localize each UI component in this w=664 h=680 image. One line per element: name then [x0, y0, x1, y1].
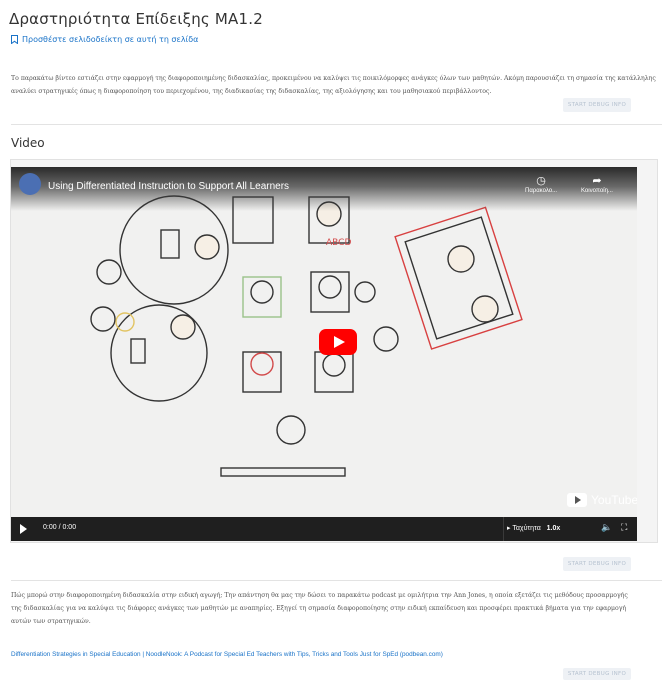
video-player[interactable]: ABCD Using Differentiated Instruction to…: [11, 167, 637, 517]
paragraph-line: της διδασκαλίας για να καλύψει τις διάφο…: [11, 605, 627, 612]
intro-line: Το παρακάτω βίντεο εστιάζει στην εφαρμογ…: [11, 75, 656, 82]
page-title: Δραστηριότητα Επίδειξης MA1.2: [9, 10, 263, 28]
channel-avatar[interactable]: [19, 173, 41, 195]
video-title[interactable]: Using Differentiated Instruction to Supp…: [48, 181, 289, 192]
clock-icon: ◷: [536, 175, 546, 187]
add-bookmark-link[interactable]: Προσθέστε σελιδοδείκτη σε αυτή τη σελίδα: [11, 35, 198, 44]
play-icon[interactable]: [20, 524, 27, 534]
intro-paragraph: Το παρακάτω βίντεο εστιάζει στην εφαρμογ…: [11, 72, 662, 98]
watch-later-button[interactable]: ◷ Παρακολο...: [525, 175, 557, 194]
fullscreen-icon[interactable]: ⛶: [621, 522, 627, 533]
podcast-paragraph: Πώς μπορώ στην διαφοροποιημένη διδασκαλί…: [11, 589, 662, 628]
controls-divider: [503, 517, 504, 541]
share-button[interactable]: ➦ Κοινοποίη...: [581, 175, 613, 194]
paragraph-line: Πώς μπορώ στην διαφοροποιημένη διδασκαλί…: [11, 592, 628, 599]
start-debug-info-button[interactable]: START DEBUG INFO: [563, 557, 631, 571]
svg-text:ABCD: ABCD: [326, 238, 351, 248]
speed-label: Ταχύτητα: [512, 525, 541, 532]
start-debug-info-button[interactable]: START DEBUG INFO: [563, 98, 631, 112]
speaker-icon[interactable]: 🔈: [601, 522, 612, 533]
divider: [11, 580, 662, 581]
video-heading: Video: [11, 136, 45, 150]
start-debug-info-button[interactable]: START DEBUG INFO: [563, 668, 631, 680]
speed-button[interactable]: ▸ Ταχύτητα 1.0x: [507, 524, 560, 532]
time-display: 0:00 / 0:00: [43, 524, 77, 531]
share-label: Κοινοποίη...: [581, 188, 613, 194]
bookmark-label: Προσθέστε σελιδοδείκτη σε αυτή τη σελίδα: [22, 35, 199, 44]
youtube-logo[interactable]: YouTube: [567, 493, 637, 507]
speed-value: 1.0x: [546, 525, 561, 532]
intro-line: αναλύει στρατηγικές όπως η διαφοροποίηση…: [11, 88, 492, 95]
page: Δραστηριότητα Επίδειξης MA1.2 Προσθέστε …: [0, 0, 664, 680]
bookmark-icon: [11, 35, 18, 44]
divider: [11, 124, 662, 125]
youtube-play-icon: [567, 493, 587, 507]
youtube-label: YouTube: [591, 493, 637, 507]
paragraph-line: αυτών των στρατηγικών.: [11, 618, 91, 625]
play-button[interactable]: [319, 329, 357, 355]
share-arrow-icon: ➦: [592, 175, 602, 187]
video-controls-bar: 0:00 / 0:00 ▸ Ταχύτητα 1.0x 🔈 ⛶: [11, 517, 637, 541]
watch-later-label: Παρακολο...: [525, 188, 558, 194]
podcast-link[interactable]: Differentiation Strategies in Special Ed…: [11, 651, 443, 658]
